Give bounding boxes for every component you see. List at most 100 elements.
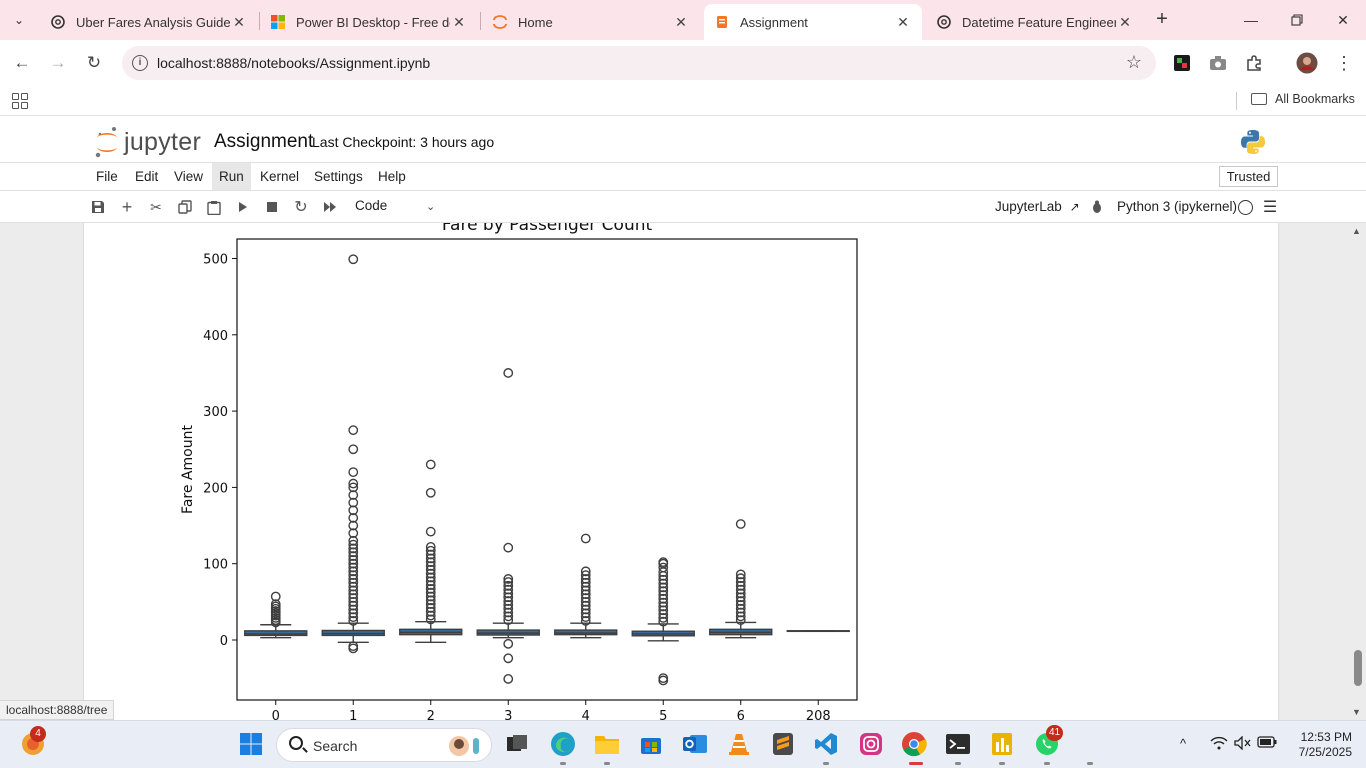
tray-overflow-chevron-icon[interactable]: ^	[1180, 736, 1186, 751]
status-url-bubble: localhost:8888/tree	[0, 700, 115, 720]
whatsapp-icon[interactable]: 41	[1032, 725, 1064, 759]
tab-datetime-feature[interactable]: Datetime Feature Engineerin ✕	[926, 4, 1144, 40]
camera-icon[interactable]	[1207, 52, 1229, 74]
tab-uber-fares[interactable]: Uber Fares Analysis Guide ✕	[40, 4, 258, 40]
address-bar[interactable]: i localhost:8888/notebooks/Assignment.ip…	[122, 46, 1156, 80]
outlook-icon[interactable]	[680, 729, 710, 759]
microsoft-store-icon[interactable]	[636, 729, 666, 759]
close-window-icon[interactable]: ✕	[1320, 0, 1366, 40]
whatsapp-badge: 41	[1046, 725, 1064, 741]
task-view-icon[interactable]	[502, 729, 532, 759]
add-cell-icon[interactable]: +	[118, 197, 136, 217]
new-tab-icon[interactable]: +	[1150, 8, 1174, 32]
notifications-app-icon[interactable]: 4	[18, 726, 48, 759]
open-jupyterlab-link[interactable]: JupyterLab ↗	[995, 199, 1080, 214]
tab-title: Power BI Desktop - Free dow	[296, 14, 450, 30]
menu-file[interactable]: File	[89, 163, 125, 190]
running-indicator	[955, 762, 961, 765]
cut-icon[interactable]: ✂	[147, 198, 165, 216]
menu-kernel[interactable]: Kernel	[253, 163, 306, 190]
scroll-down-arrow-icon[interactable]: ▼	[1352, 707, 1361, 717]
profile-avatar[interactable]	[1296, 52, 1318, 74]
vlc-player-icon[interactable]	[724, 729, 754, 759]
chrome-icon[interactable]	[899, 729, 929, 759]
cell-type-select[interactable]: Code	[355, 198, 387, 213]
scroll-up-arrow-icon[interactable]: ▲	[1352, 226, 1361, 236]
tab-assignment[interactable]: Assignment ✕	[704, 4, 922, 40]
terminal-icon[interactable]	[943, 729, 973, 759]
kernel-name[interactable]: Python 3 (ipykernel)	[1117, 199, 1237, 214]
jupyter-logo[interactable]: jupyter	[94, 125, 201, 159]
back-arrow-icon[interactable]: ←	[8, 49, 36, 77]
outlier-point	[503, 542, 514, 553]
running-indicator	[999, 762, 1005, 765]
apps-grid-icon[interactable]	[12, 93, 28, 109]
bookmark-star-icon[interactable]: ☆	[1126, 52, 1142, 73]
close-tab-icon[interactable]: ✕	[230, 14, 248, 31]
extensions-puzzle-icon[interactable]	[1243, 52, 1265, 74]
running-indicator	[1087, 762, 1093, 765]
all-bookmarks-button[interactable]: All Bookmarks	[1251, 92, 1355, 106]
windows-start-icon[interactable]	[236, 729, 266, 759]
restore-icon[interactable]	[1274, 0, 1320, 40]
battery-icon[interactable]	[1257, 736, 1277, 751]
outlier-point	[580, 533, 591, 544]
wifi-icon[interactable]	[1210, 736, 1228, 753]
search-highlight-icon	[449, 736, 479, 756]
close-tab-icon[interactable]: ✕	[450, 14, 468, 31]
outlier-point	[425, 526, 436, 537]
notebook-panel: Fare by Passenger Count Fare Amount 0 100 20…	[83, 223, 1279, 720]
tab-search-dropdown-icon[interactable]: ⌄	[6, 8, 32, 32]
edge-browser-icon[interactable]	[548, 729, 578, 759]
url-text[interactable]: localhost:8888/notebooks/Assignment.ipyn…	[157, 55, 430, 71]
extension-app-icon[interactable]	[1171, 52, 1193, 74]
jupyter-notebook-icon	[714, 14, 730, 30]
x-tick-label: 3	[504, 709, 512, 720]
external-link-icon: ↗	[1069, 200, 1080, 214]
tab-home[interactable]: Home ✕	[482, 4, 700, 40]
menu-settings[interactable]: Settings	[307, 163, 370, 190]
taskbar-search-box[interactable]: Search	[276, 728, 492, 762]
running-indicator	[1044, 762, 1050, 765]
outlier-point	[348, 425, 359, 436]
volume-muted-icon[interactable]	[1234, 735, 1252, 753]
close-tab-icon[interactable]: ✕	[894, 14, 912, 31]
scrollbar-thumb[interactable]	[1354, 650, 1362, 686]
reload-icon[interactable]: ↻	[80, 49, 108, 77]
menu-run[interactable]: Run	[212, 163, 251, 190]
copy-icon[interactable]	[176, 198, 194, 216]
vscode-icon[interactable]	[811, 729, 841, 759]
tab-power-bi[interactable]: Power BI Desktop - Free dow ✕	[260, 4, 478, 40]
interrupt-kernel-icon[interactable]	[263, 198, 281, 216]
close-tab-icon[interactable]: ✕	[1116, 14, 1134, 31]
file-explorer-icon[interactable]	[592, 729, 622, 759]
chevron-down-icon[interactable]: ⌄	[426, 200, 435, 213]
menu-edit[interactable]: Edit	[128, 163, 165, 190]
site-info-icon[interactable]: i	[132, 55, 148, 71]
power-bi-icon[interactable]	[987, 729, 1017, 759]
x-tick-label: 0	[272, 709, 280, 720]
y-axis-label: Fare Amount	[180, 425, 196, 514]
trusted-indicator[interactable]: Trusted	[1219, 166, 1278, 187]
menu-help[interactable]: Help	[371, 163, 413, 190]
debugger-bug-icon[interactable]	[1088, 198, 1106, 216]
box-0	[244, 630, 308, 637]
system-clock[interactable]: 12:53 PM 7/25/2025	[1290, 730, 1352, 760]
restart-kernel-icon[interactable]: ↻	[292, 198, 310, 216]
save-icon[interactable]	[89, 198, 107, 216]
menu-view[interactable]: View	[167, 163, 210, 190]
minimize-icon[interactable]: —	[1228, 0, 1274, 40]
instagram-icon[interactable]	[856, 729, 886, 759]
browser-menu-icon[interactable]: ⋮	[1333, 52, 1355, 74]
notebook-title[interactable]: Assignment	[214, 131, 313, 153]
notification-badge: 4	[30, 726, 46, 742]
sublime-text-icon[interactable]	[768, 729, 798, 759]
hamburger-menu-icon[interactable]: ☰	[1261, 198, 1279, 216]
notebook-toolbar: + ✂ ↻ Code ⌄ JupyterLab ↗ Python 3 (ipyk…	[0, 191, 1366, 223]
paste-icon[interactable]	[205, 198, 223, 216]
restart-run-all-icon[interactable]	[321, 198, 339, 216]
close-tab-icon[interactable]: ✕	[672, 14, 690, 31]
forward-arrow-icon[interactable]: →	[44, 49, 72, 77]
run-cell-icon[interactable]	[234, 198, 252, 216]
running-indicator	[823, 762, 829, 765]
